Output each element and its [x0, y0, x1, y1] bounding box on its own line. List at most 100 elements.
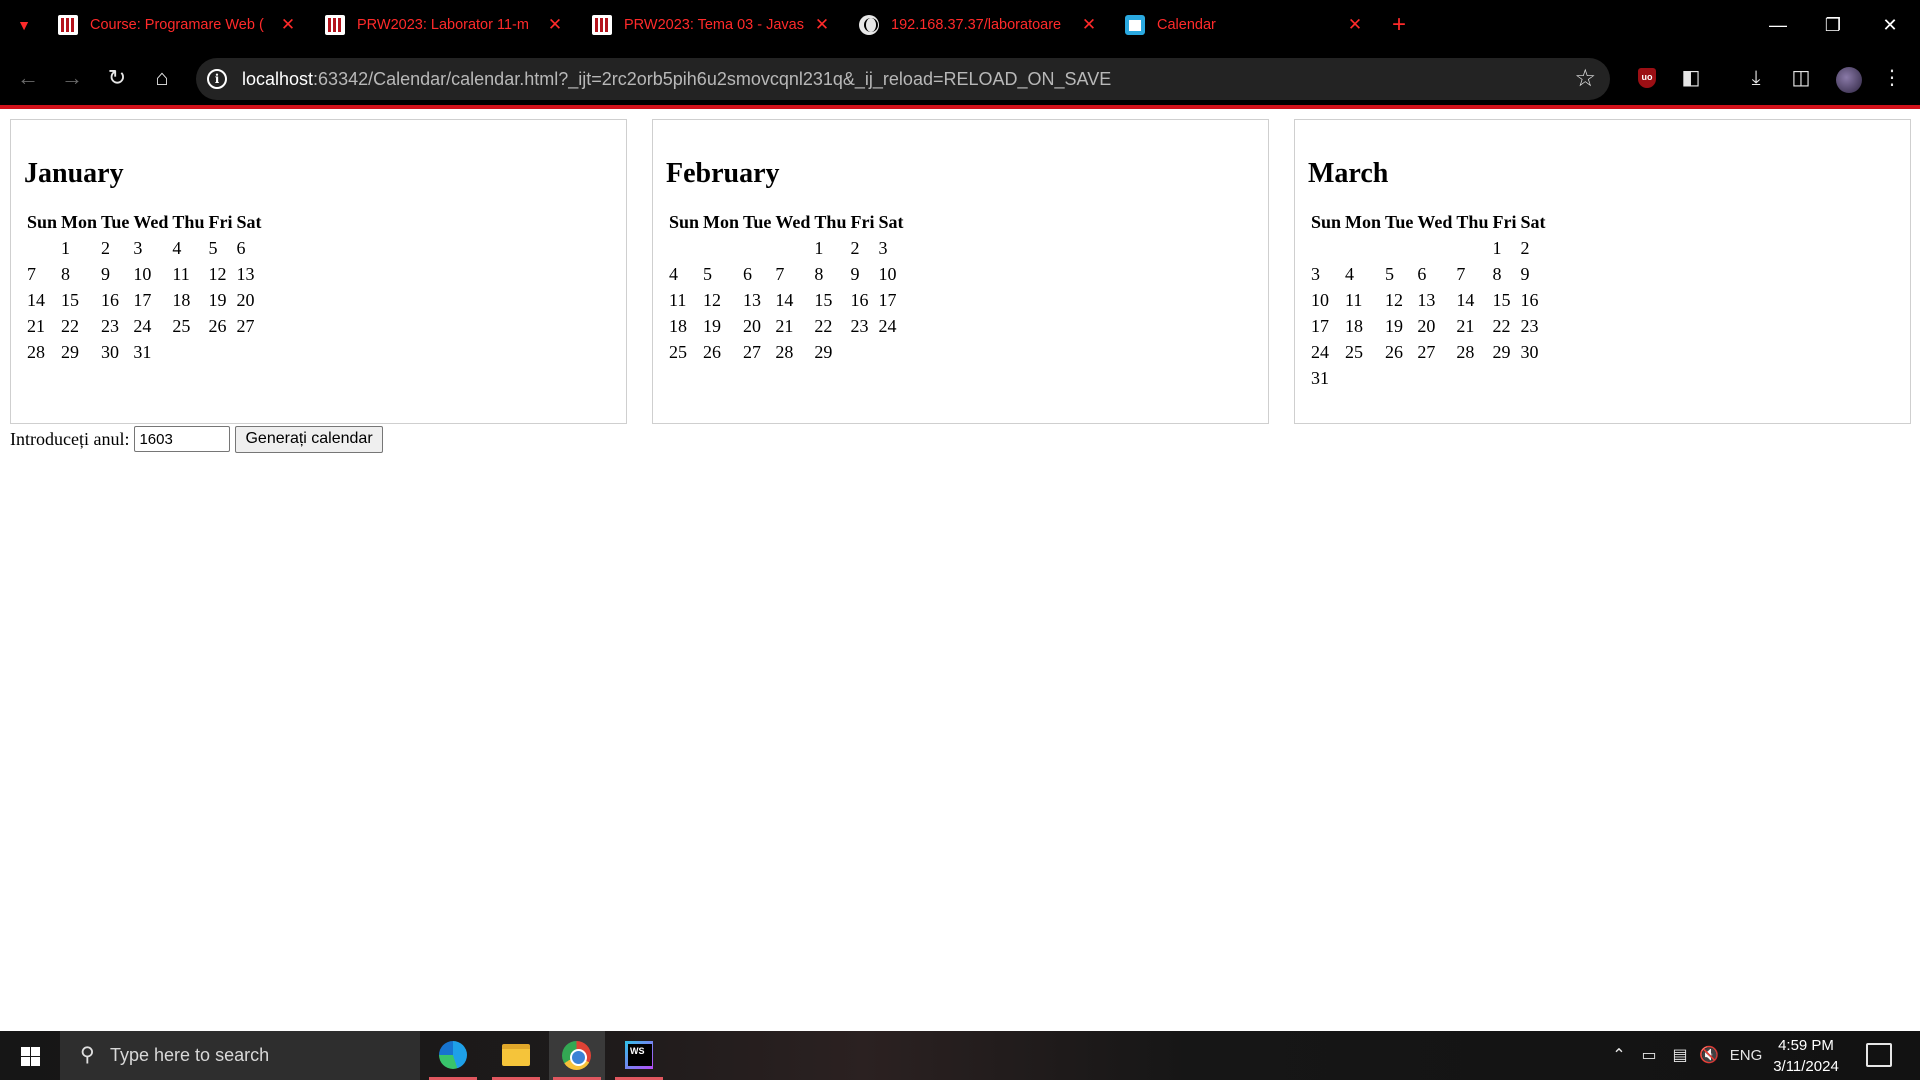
side-panel-icon[interactable]: ◫	[1785, 62, 1817, 94]
battery-icon[interactable]: ▭	[1637, 1031, 1661, 1080]
taskbar-clock[interactable]: 4:59 PM 3/11/2024	[1766, 1035, 1846, 1077]
day-cell: 16	[1520, 289, 1539, 310]
week-row: 3 4 5 6 7 89	[1310, 262, 1546, 286]
search-icon: ⚲	[80, 1044, 95, 1066]
day-cell: 29	[61, 341, 80, 362]
prw-logo-icon	[592, 15, 612, 35]
empty-day-cell	[1344, 366, 1382, 390]
notification-center-icon[interactable]	[1866, 1043, 1892, 1067]
restore-button[interactable]: ❐	[1815, 8, 1851, 42]
day-cell: 5	[1385, 263, 1395, 284]
speaker-muted-icon[interactable]: 🔇	[1697, 1031, 1721, 1080]
profile-avatar[interactable]	[1836, 67, 1862, 93]
taskbar-app-edge[interactable]	[425, 1031, 481, 1080]
taskbar-app-webstorm[interactable]	[611, 1031, 667, 1080]
bookmark-star-icon[interactable]: ☆	[1574, 58, 1596, 100]
taskbar-app-chrome[interactable]	[549, 1031, 605, 1080]
url-path: :63342/Calendar/calendar.html?_ijt=2rc2o…	[313, 69, 1112, 89]
day-cell: 3	[878, 237, 888, 258]
day-cell: 15	[61, 289, 80, 310]
taskbar-search-box[interactable]: ⚲ Type here to search	[60, 1031, 420, 1080]
day-cell: 20	[743, 315, 762, 336]
tab-prw2023-tema[interactable]: PRW2023: Tema 03 - Javas ✕	[592, 8, 832, 42]
week-row: 14 15 16 17 18 19 20	[26, 288, 262, 312]
close-tab-icon[interactable]: ✕	[812, 15, 832, 35]
address-bar[interactable]: i localhost:63342/Calendar/calendar.html…	[196, 58, 1610, 100]
calendar-app-icon	[1125, 15, 1145, 35]
day-cell: 22	[1492, 315, 1511, 336]
day-cell: 4	[669, 263, 678, 284]
network-icon[interactable]: ▤	[1668, 1031, 1692, 1080]
day-cell: 20	[1417, 315, 1436, 336]
empty-day-cell	[1455, 366, 1489, 390]
day-cell: 21	[1456, 315, 1475, 336]
empty-day-cell	[1455, 236, 1489, 260]
day-cell: 12	[208, 263, 227, 284]
day-cell: 22	[61, 315, 80, 336]
site-info-icon[interactable]: i	[207, 69, 227, 89]
day-cell: 5	[703, 263, 713, 284]
day-cell: 21	[775, 315, 794, 336]
year-input[interactable]	[134, 426, 231, 452]
empty-day-cell	[774, 236, 811, 260]
close-window-button[interactable]: ✕	[1872, 8, 1908, 42]
tab-prw2023-laborator[interactable]: PRW2023: Laborator 11-m ✕	[325, 8, 565, 42]
taskbar-app-file-explorer[interactable]	[488, 1031, 544, 1080]
day-cell: 15	[1492, 289, 1511, 310]
close-tab-icon[interactable]: ✕	[545, 15, 565, 35]
tab-search-chevron-icon[interactable]: ▼	[12, 13, 36, 37]
home-button[interactable]: ⌂	[146, 62, 178, 94]
input-language[interactable]: ENG	[1726, 1031, 1766, 1080]
day-cell: 22	[814, 315, 833, 336]
weekday-header: Mon	[61, 211, 98, 232]
reload-button[interactable]: ↻	[101, 62, 133, 94]
weekday-header: Sun	[669, 211, 700, 232]
ublock-extension-icon[interactable]: uo	[1630, 62, 1662, 94]
day-cell: 26	[208, 315, 227, 336]
tab-calendar[interactable]: Calendar ✕	[1125, 8, 1365, 42]
close-tab-icon[interactable]: ✕	[1345, 15, 1365, 35]
weekday-header: Sat	[236, 211, 262, 232]
weekday-header: Thu	[172, 211, 205, 232]
day-cell: 28	[27, 341, 45, 362]
forward-button[interactable]: →	[56, 62, 88, 94]
day-cell: 25	[1345, 341, 1364, 362]
month-days: 1 2 3 4 5 6 7 8 9 10 11 12 13 14 15 16 17 18 19 20 21 22 23 24 2…	[668, 236, 904, 364]
browser-menu-icon[interactable]: ⋮	[1876, 62, 1908, 94]
show-hidden-icons-chevron-icon[interactable]: ⌃	[1608, 1031, 1630, 1080]
tab-course-programare-web[interactable]: Course: Programare Web ( ✕	[58, 8, 298, 42]
close-tab-icon[interactable]: ✕	[1079, 15, 1099, 35]
day-cell: 1	[61, 237, 71, 258]
week-row: 24 25 26 27 28 29 30	[1310, 340, 1546, 364]
day-cell: 1	[1492, 237, 1502, 258]
day-cell: 19	[208, 289, 227, 310]
day-cell: 27	[236, 315, 255, 336]
back-button[interactable]: ←	[12, 62, 44, 94]
start-button[interactable]	[0, 1031, 60, 1080]
edge-icon	[439, 1041, 467, 1069]
month-table: Sun Mon Tue Wed Thu Fri Sat 1 2 3 4 5 6 7 8 9 10 11 12 13 1…	[24, 208, 264, 366]
tab-laboratoare[interactable]: 192.168.37.37/laboratoare ✕	[859, 8, 1099, 42]
downloads-icon[interactable]: ⤓	[1740, 62, 1772, 94]
minimize-button[interactable]: —	[1760, 8, 1796, 42]
month-card-february: February Sun Mon Tue Wed Thu Fri Sat 123456789…	[652, 119, 1269, 424]
day-cell: 8	[1492, 263, 1502, 284]
weekday-header-row: Sun Mon Tue Wed Thu Fri Sat	[26, 210, 262, 234]
empty-day-cell	[1519, 366, 1546, 390]
new-tab-button[interactable]: +	[1386, 12, 1412, 38]
close-tab-icon[interactable]: ✕	[278, 15, 298, 35]
extensions-puzzle-icon[interactable]: ◧	[1675, 62, 1707, 94]
day-cell: 27	[743, 341, 762, 362]
generate-calendar-button[interactable]: Generați calendar	[235, 425, 383, 453]
empty-day-cell	[1344, 236, 1382, 260]
weekday-header-row: Sun Mon Tue Wed Thu Fri Sat	[1310, 210, 1546, 234]
day-cell: 4	[1345, 263, 1355, 284]
webstorm-icon	[625, 1041, 653, 1069]
day-cell: 25	[669, 341, 687, 362]
day-cell: 2	[101, 237, 111, 258]
day-cell: 24	[1311, 341, 1329, 362]
weekday-header: Wed	[1417, 211, 1453, 232]
day-cell: 5	[208, 237, 218, 258]
url-text[interactable]: localhost:63342/Calendar/calendar.html?_…	[242, 58, 1111, 100]
day-cell: 12	[1385, 289, 1404, 310]
